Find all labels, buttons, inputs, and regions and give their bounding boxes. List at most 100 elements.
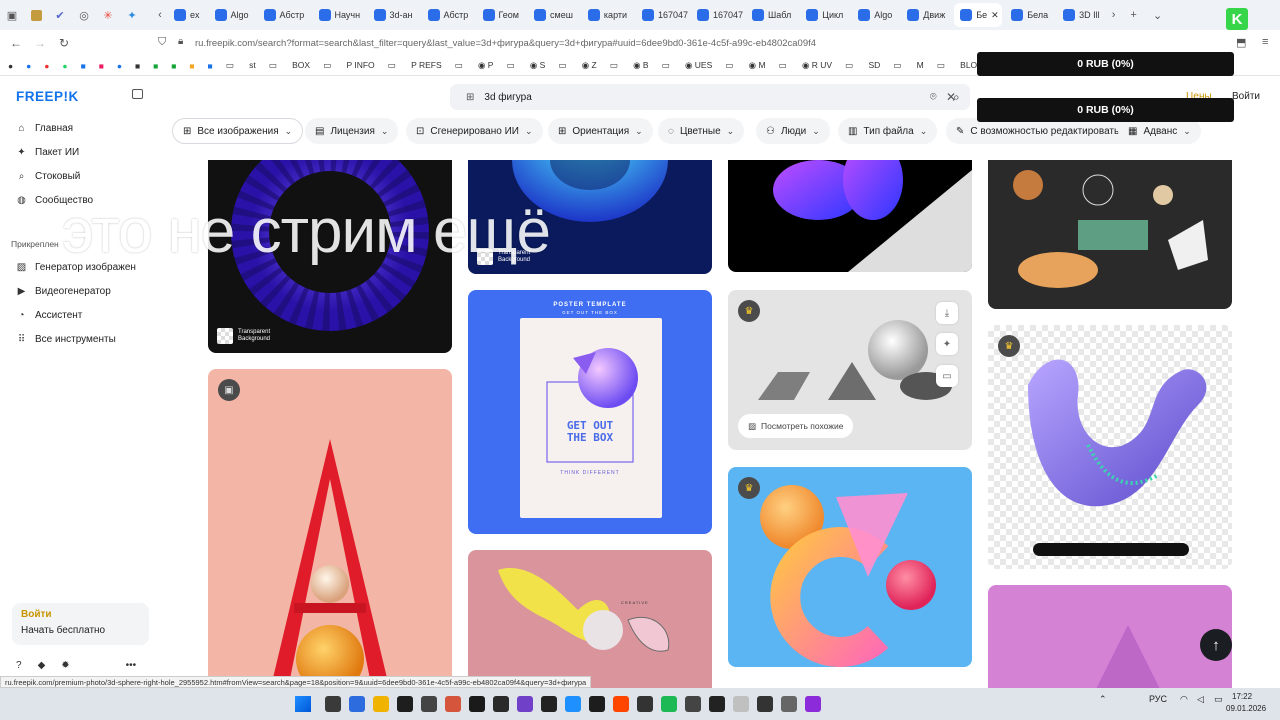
filter-chip[interactable]: ⊞ Ориентация ⌄ [548,118,653,144]
sidebar-item[interactable]: ⌂ Главная [16,123,73,134]
pinned-tab-5[interactable]: ✦ [120,0,144,30]
browser-tab[interactable]: Шабл [746,3,797,27]
browser-tab[interactable]: Движ [901,3,951,27]
file-manager-icon[interactable] [373,696,389,712]
tab-actions-icon[interactable]: ▣ [0,0,24,30]
search-icon[interactable]: ⌕ [953,90,960,105]
wifi-icon[interactable]: ◠ [1180,694,1188,705]
bookmark-folder[interactable]: ▭ ◉ UES [662,60,713,71]
app-icon[interactable] [589,696,605,712]
scroll-right-icon[interactable]: › [1106,0,1122,30]
bookmark-icon-3[interactable]: ● [44,61,49,71]
pinned-tab-1[interactable] [24,0,48,30]
app-icon[interactable] [757,696,773,712]
sidebar-item[interactable]: ◔ Ассистент [16,310,82,321]
obs-icon[interactable] [469,696,485,712]
pinned-tab-4[interactable]: ✳ [96,0,120,30]
browser-tab[interactable]: Абстр [422,3,474,27]
bookmark-folder[interactable]: ▭ st [226,60,256,71]
bookmark-icon-4[interactable]: ● [62,61,67,71]
browser-tab[interactable]: Абстр [258,3,310,27]
start-free-link[interactable]: Начать бесплатно [21,625,140,636]
sidebar-item[interactable]: ⌕ Стоковый [16,171,81,182]
close-tab-icon[interactable]: ✕ [991,10,999,21]
bookmark-folder[interactable]: ▭ ◉ P [455,60,494,71]
figma-icon[interactable] [445,696,461,712]
filter-chip[interactable]: ▤ Лицензия ⌄ [305,118,399,144]
filter-chip[interactable]: ◌ Цветные ⌄ [658,118,745,144]
app-icon[interactable] [685,696,701,712]
sidebar-item[interactable]: ⠿ Все инструменты [16,334,116,345]
settings-icon[interactable] [781,696,797,712]
language-indicator[interactable]: РУС [1149,694,1167,704]
sidebar-item[interactable]: ✦ Пакет ИИ [16,147,79,158]
view-similar-button[interactable]: ▨ Посмотреть похожие [738,414,854,438]
more-icon[interactable]: ••• [126,660,137,671]
settings-icon[interactable]: ✹ [61,660,69,671]
bookmark-icon-12[interactable]: ■ [208,61,213,71]
filter-chip[interactable]: ⊞ Все изображения ⌄ [172,118,304,144]
filter-chip[interactable]: ⊡ Сгенерировано ИИ ⌄ [406,118,543,144]
bookmark-folder[interactable]: ▭ ◉ B [610,60,649,71]
download-icon[interactable]: ⤓ [936,302,958,324]
browser-tab[interactable]: 16704785 [636,3,688,27]
login-link[interactable]: Войти [21,609,140,620]
bookmark-icon-8[interactable]: ■ [135,61,140,71]
browser-tab[interactable]: Algo [852,3,898,27]
filter-chip[interactable]: ▥ Тип файла ⌄ [838,118,938,144]
browser-tab[interactable]: Бе ✕ [954,3,1003,27]
terminal-icon[interactable] [397,696,413,712]
login-button[interactable]: Войти [1232,91,1260,102]
bookmark-folder[interactable]: ▭ ◉ S [506,60,545,71]
app-icon[interactable] [709,696,725,712]
clock-time[interactable]: 17:22 [1232,692,1252,701]
tab-list-icon[interactable]: ⌄ [1146,0,1170,30]
bookmark-icon-10[interactable]: ■ [171,61,176,71]
pinned-tab-2[interactable]: ✔ [48,0,72,30]
bookmark-folder[interactable]: ▭ ◉ Z [558,60,596,71]
spotify-icon[interactable] [661,696,677,712]
scroll-to-top-button[interactable]: ↑ [1200,629,1232,661]
image-card[interactable] [988,160,1232,309]
premiere-icon[interactable] [517,696,533,712]
bookmark-folder[interactable]: ▭ SD [845,60,880,71]
browser-tab[interactable]: Algo [209,3,255,27]
image-card[interactable]: ▣ [208,369,452,688]
vscode-icon[interactable] [565,696,581,712]
image-card[interactable] [988,585,1232,688]
mic-icon[interactable] [733,696,749,712]
app-icon[interactable] [421,696,437,712]
app-icon[interactable] [493,696,509,712]
image-card[interactable]: CREATIVE [468,550,712,688]
browser-tab[interactable]: карти [582,3,633,27]
login-box[interactable]: Войти Начать бесплатно [12,603,149,645]
volume-icon[interactable]: ◁ [1197,694,1204,705]
collection-icon[interactable]: ▭ [936,365,958,387]
browser-tab[interactable]: 16704785 [691,3,743,27]
scroll-left-icon[interactable]: ‹ [152,0,168,30]
search-bar[interactable]: ⊞ 3d фигура ✕ [450,84,970,110]
task-view-icon[interactable] [325,696,341,712]
bookmark-icon-9[interactable]: ■ [153,61,158,71]
help-icon[interactable]: ? [16,660,22,671]
browser-tab[interactable]: смеш [528,3,579,27]
new-tab-icon[interactable]: + [1122,0,1146,30]
browser-tab[interactable]: 3d-ан [368,3,419,27]
bookmark-folder[interactable]: ▭ P INFO [323,60,375,71]
app-icon[interactable] [805,696,821,712]
bookmark-icon-5[interactable]: ■ [81,61,86,71]
bookmark-folder[interactable]: ▭ BOX [269,60,310,71]
bookmark-icon-6[interactable]: ■ [99,61,104,71]
browser-tab[interactable]: Научн [313,3,365,27]
bookmark-icon-7[interactable]: ● [117,61,122,71]
bookmark-folder[interactable]: ▭ ◉ M [725,60,765,71]
camera-search-icon[interactable]: ⌾ [930,91,937,104]
browser-tab[interactable]: Цикл [800,3,849,27]
poster-card[interactable]: POSTER TEMPLATE GET OUT THE BOX GET OUT … [468,290,712,534]
lock-icon[interactable]: 🔒︎ [178,36,183,47]
app-icon[interactable] [613,696,629,712]
sidebar-item[interactable]: ▶ Видеогенератор [16,286,111,297]
freepik-logo[interactable]: FREEP!K [16,89,79,104]
discord-icon[interactable]: ◆ [38,660,46,671]
bookmark-icon-2[interactable]: ● [26,61,31,71]
